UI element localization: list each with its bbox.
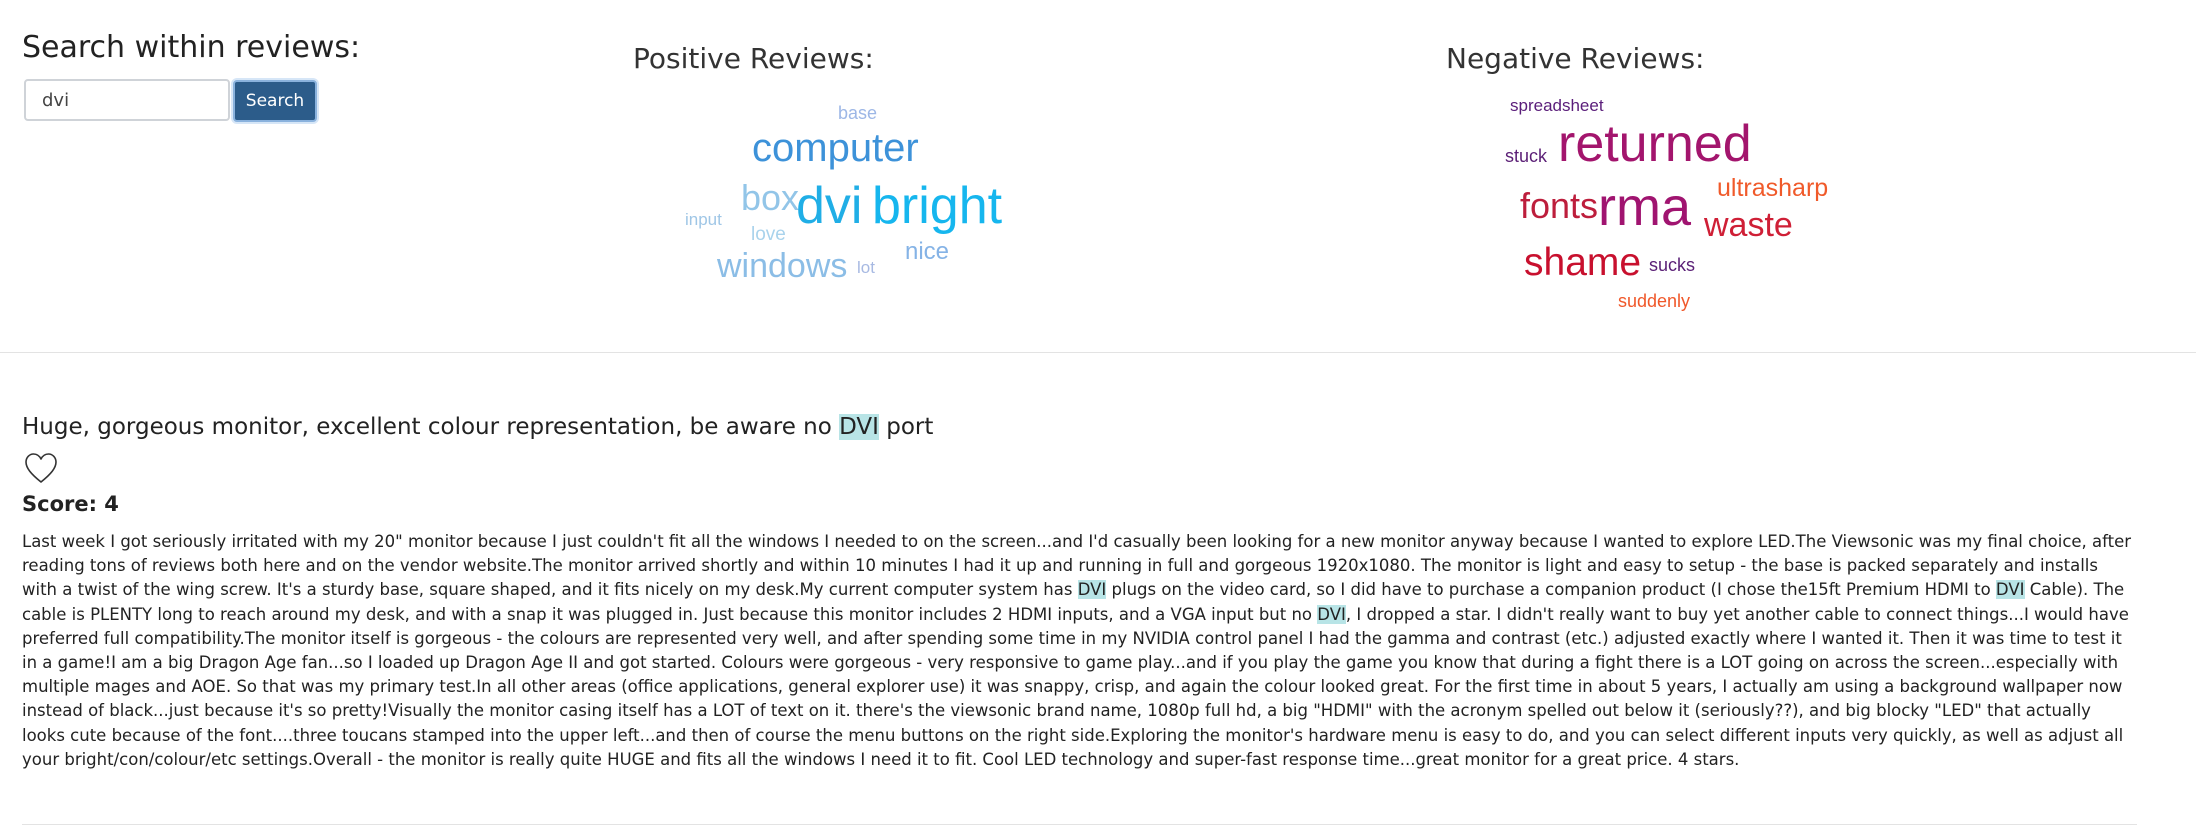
positive-word-windows[interactable]: windows xyxy=(717,249,847,283)
negative-word-returned[interactable]: returned xyxy=(1558,118,1752,170)
search-input[interactable] xyxy=(24,79,230,121)
review-body-highlight: DVI xyxy=(1077,580,1107,600)
negative-word-waste[interactable]: waste xyxy=(1704,208,1793,242)
positive-word-dvi[interactable]: dvi xyxy=(796,180,862,232)
negative-word-rma[interactable]: rma xyxy=(1598,180,1691,234)
positive-word-computer[interactable]: computer xyxy=(752,128,919,168)
heart-outline-icon[interactable] xyxy=(24,452,58,486)
negative-reviews-title: Negative Reviews: xyxy=(1446,42,1705,75)
review-body-text: , I dropped a star. I didn't really want… xyxy=(22,604,2129,769)
positive-word-nice[interactable]: nice xyxy=(905,240,949,264)
positive-word-input[interactable]: input xyxy=(685,211,722,228)
review-body: Last week I got seriously irritated with… xyxy=(22,530,2137,772)
negative-word-stuck[interactable]: stuck xyxy=(1505,147,1547,165)
review-body-text: plugs on the video card, so I did have t… xyxy=(1106,580,1996,600)
positive-word-lot[interactable]: lot xyxy=(857,259,875,276)
review-title: Huge, gorgeous monitor, excellent colour… xyxy=(22,414,933,440)
review-body-highlight: DVI xyxy=(1995,580,2025,600)
review-title-highlight: DVI xyxy=(839,414,879,440)
negative-word-sucks[interactable]: sucks xyxy=(1649,256,1695,274)
review-score: Score: 4 xyxy=(22,492,119,516)
positive-reviews-title: Positive Reviews: xyxy=(633,42,874,75)
review-divider xyxy=(22,824,2137,825)
review-title-text: port xyxy=(878,414,934,440)
negative-word-ultrasharp[interactable]: ultrasharp xyxy=(1717,176,1828,201)
negative-word-fonts[interactable]: fonts xyxy=(1520,188,1598,224)
positive-word-base[interactable]: base xyxy=(838,104,877,122)
negative-word-suddenly[interactable]: suddenly xyxy=(1618,292,1690,310)
negative-word-shame[interactable]: shame xyxy=(1524,243,1641,282)
review-body-highlight: DVI xyxy=(1317,604,1346,624)
positive-word-bright[interactable]: bright xyxy=(872,180,1002,232)
search-button[interactable]: Search xyxy=(233,80,317,122)
positive-word-love[interactable]: love xyxy=(751,225,786,244)
review-title-text: Huge, gorgeous monitor, excellent colour… xyxy=(22,414,840,440)
search-heading: Search within reviews: xyxy=(22,30,361,65)
negative-word-spreadsheet[interactable]: spreadsheet xyxy=(1510,97,1604,114)
section-divider xyxy=(0,352,2196,353)
positive-word-box[interactable]: box xyxy=(741,180,799,216)
